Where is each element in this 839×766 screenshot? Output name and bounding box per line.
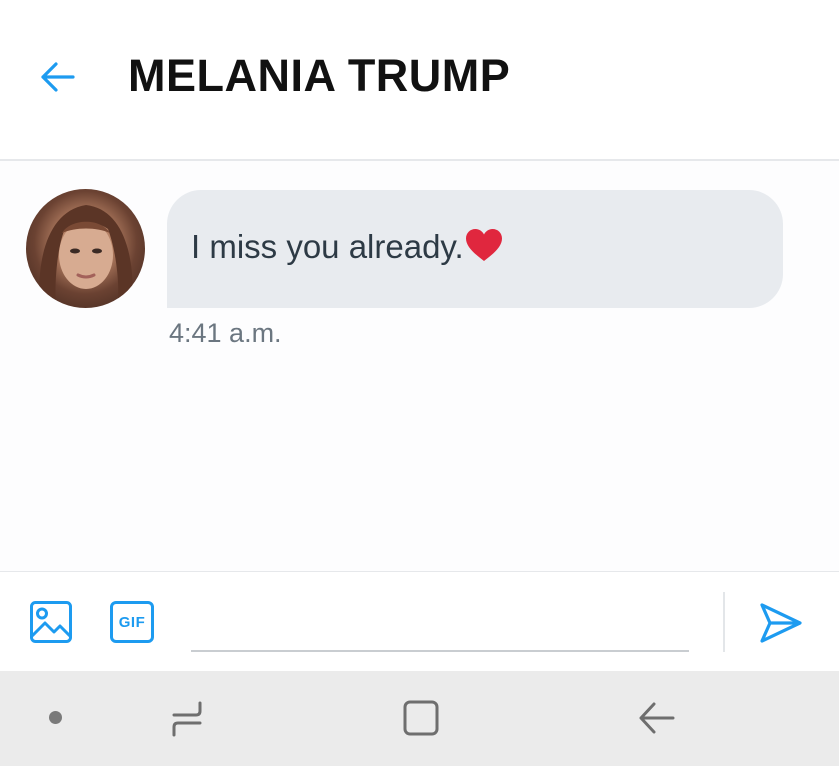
system-nav-bar [0,671,839,766]
recents-button[interactable] [166,699,208,739]
avatar[interactable] [26,189,145,308]
conversation-header: MELANIA TRUMP [0,0,839,161]
composer-divider [723,592,725,652]
image-icon [30,601,72,643]
dot-indicator [49,711,62,724]
profile-photo [39,205,133,308]
arrow-left-icon [41,62,75,92]
page-title: MELANIA TRUMP [128,50,511,101]
message-composer: GIF [0,571,839,672]
home-button[interactable] [401,698,441,738]
message-timestamp: 4:41 a.m. [169,318,282,348]
gif-label: GIF [118,613,146,631]
red-heart-icon [465,228,503,270]
add-media-button[interactable] [29,600,73,644]
gif-button[interactable]: GIF [110,601,154,643]
recents-icon [172,701,202,737]
send-icon [760,603,802,643]
message-bubble[interactable]: I miss you already. [167,190,783,308]
message-text: I miss you already. [191,228,464,265]
message-input[interactable] [191,584,689,652]
message-text-row: I miss you already. [191,228,503,270]
send-button[interactable] [758,600,804,646]
back-button[interactable] [36,56,78,98]
back-icon [639,702,675,734]
system-back-button[interactable] [636,698,678,738]
message-thread: I miss you already. 4:41 a.m. [0,161,839,571]
home-icon [403,700,439,736]
